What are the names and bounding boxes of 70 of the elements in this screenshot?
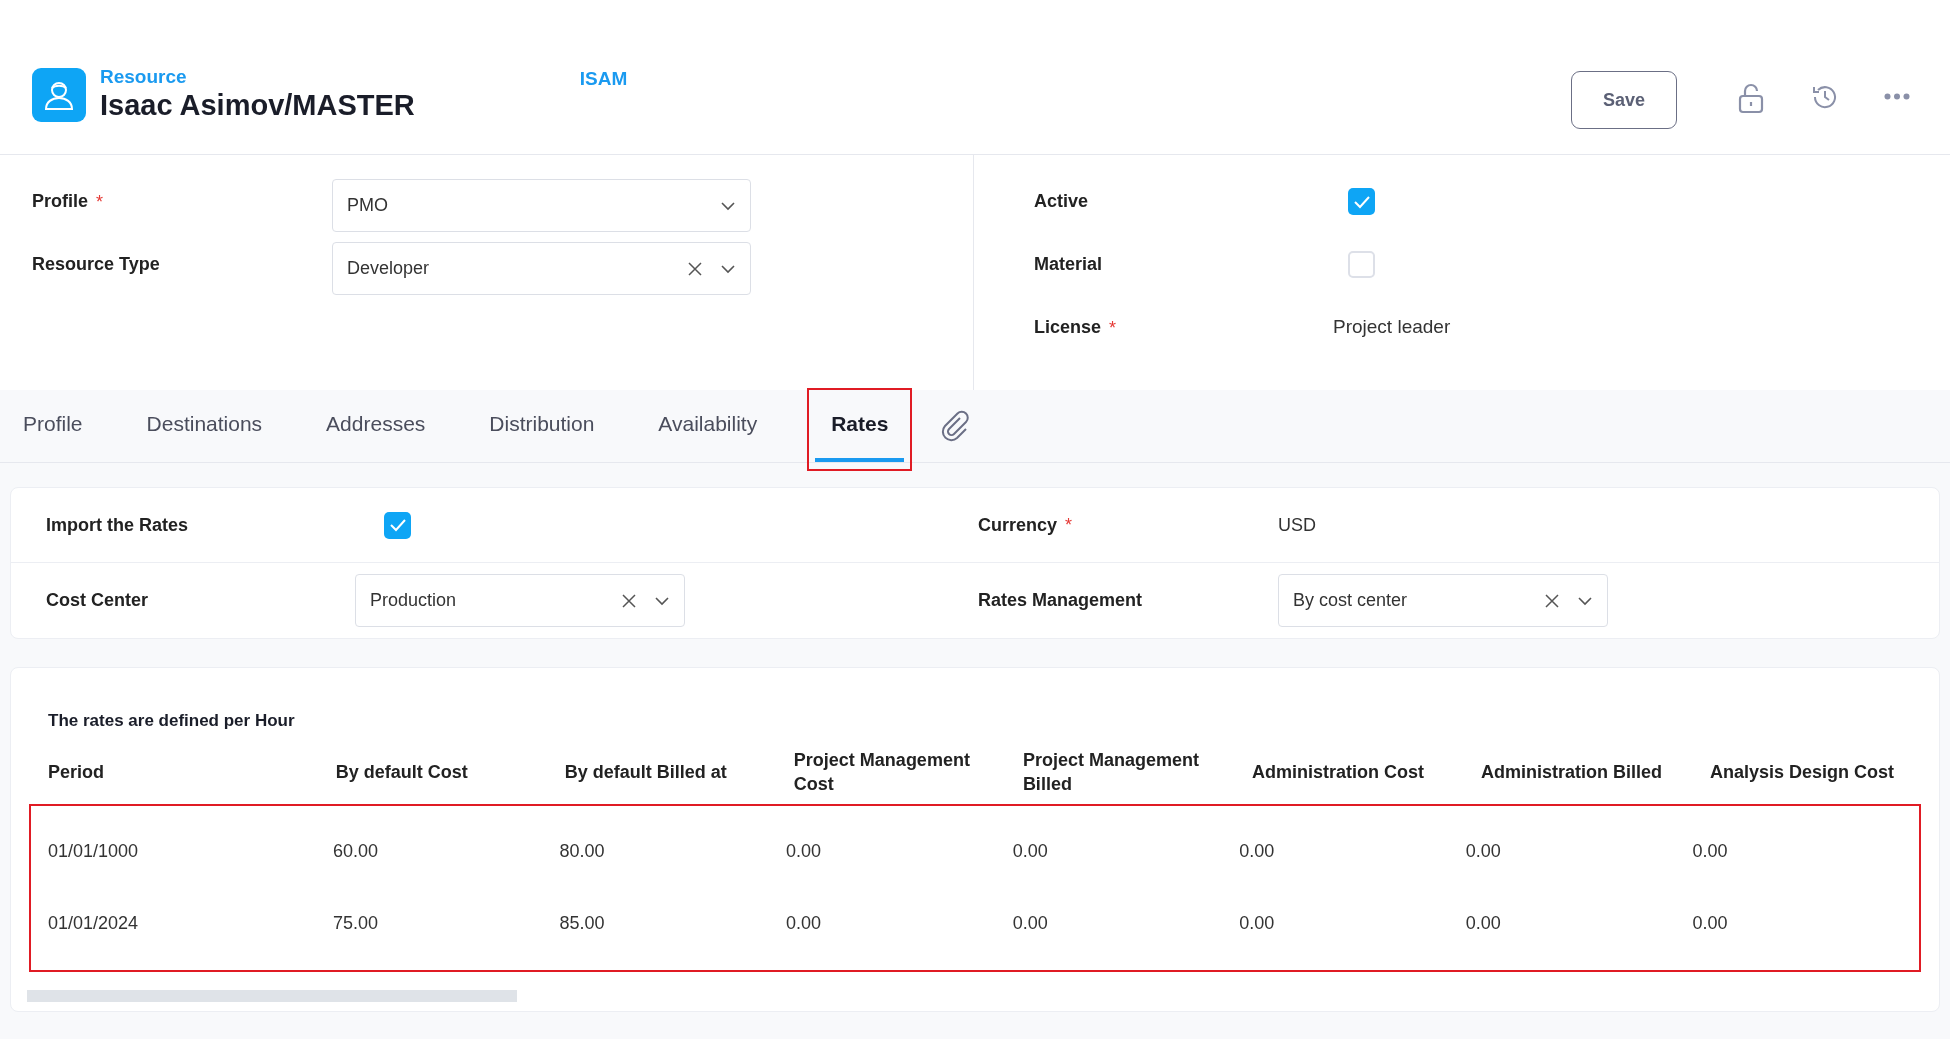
- column-header: Administration Cost: [1251, 761, 1424, 782]
- required-asterisk: *: [96, 192, 104, 211]
- field-label: Resource Type: [32, 253, 160, 276]
- field-value: USD: [1278, 513, 1316, 537]
- field-label: Currency: [978, 513, 1058, 537]
- column-header: By default Cost: [335, 761, 468, 782]
- chevron-down-icon: [720, 263, 736, 274]
- field-value: Project leader: [1333, 316, 1451, 338]
- select-field[interactable]: Production: [355, 574, 685, 627]
- scrollbar[interactable]: [27, 989, 517, 1002]
- column-header: Administration Billed: [1480, 761, 1662, 782]
- check-icon: [1352, 194, 1371, 209]
- select-field[interactable]: PMO: [332, 179, 751, 232]
- tab[interactable]: Profile: [23, 389, 83, 462]
- chevron-down-icon: [1577, 595, 1593, 606]
- tab[interactable]: Destinations: [146, 389, 263, 462]
- table-cell: 0.00: [1012, 841, 1048, 861]
- check-icon: [388, 518, 407, 532]
- column-header: Project Management Cost: [793, 749, 971, 794]
- chevron-down-icon: [654, 595, 670, 606]
- table-cell: 0.00: [1239, 913, 1275, 933]
- table-cell: 0.00: [1692, 841, 1728, 861]
- column-header: Period: [48, 761, 104, 782]
- column-header: By default Billed at: [564, 761, 727, 782]
- select-field[interactable]: By cost center: [1278, 574, 1608, 627]
- history-icon[interactable]: [1811, 83, 1839, 111]
- table-cell: 01/01/1000: [48, 841, 139, 861]
- field-label: Material: [1034, 253, 1103, 276]
- tab[interactable]: Availability: [658, 389, 758, 462]
- field-label: Active: [1034, 190, 1089, 213]
- table-cell: 0.00: [786, 841, 822, 861]
- field-label: License: [1034, 316, 1102, 339]
- table-cell: 85.00: [559, 913, 605, 933]
- more-icon[interactable]: [1884, 93, 1910, 100]
- table-cell: 80.00: [559, 841, 605, 861]
- table-cell: 0.00: [1465, 913, 1501, 933]
- person-icon: [32, 68, 86, 122]
- clear-icon[interactable]: [688, 261, 702, 276]
- clear-icon[interactable]: [622, 593, 636, 608]
- checkbox[interactable]: [384, 511, 411, 539]
- column-header: Analysis Design Cost: [1709, 761, 1895, 782]
- field-label: Import the Rates: [46, 513, 189, 537]
- table-cell: 0.00: [1465, 841, 1501, 861]
- tab[interactable]: Distribution: [489, 389, 595, 462]
- lock-icon[interactable]: [1737, 82, 1765, 114]
- field-label: Profile: [32, 190, 88, 213]
- table-cell: 60.00: [332, 841, 378, 861]
- paperclip-icon[interactable]: [940, 409, 971, 442]
- table-caption: The rates are defined per Hour: [48, 710, 296, 732]
- record-code: ISAM: [579, 68, 628, 90]
- save-button[interactable]: Save: [1571, 71, 1677, 129]
- column-header: Project Management Billed: [1022, 749, 1200, 794]
- field-label: Cost Center: [46, 589, 148, 612]
- table-cell: 0.00: [1692, 913, 1728, 933]
- required-asterisk: *: [1109, 318, 1117, 337]
- required-asterisk: *: [1065, 516, 1073, 534]
- table-cell: 0.00: [1239, 841, 1275, 861]
- field-label: Rates Management: [978, 589, 1143, 612]
- table-cell: 0.00: [1012, 913, 1048, 933]
- checkbox[interactable]: [1348, 251, 1375, 278]
- clear-icon[interactable]: [1545, 593, 1559, 608]
- table-cell: 75.00: [332, 913, 378, 933]
- tab[interactable]: Addresses: [326, 389, 426, 462]
- record-type-label: Resource: [100, 66, 188, 88]
- chevron-down-icon: [720, 200, 736, 211]
- checkbox[interactable]: [1348, 188, 1375, 215]
- select-field[interactable]: Developer: [332, 242, 751, 295]
- record-title: Isaac Asimov/MASTER: [100, 88, 415, 122]
- table-cell: 01/01/2024: [48, 913, 139, 933]
- table-cell: 0.00: [786, 913, 822, 933]
